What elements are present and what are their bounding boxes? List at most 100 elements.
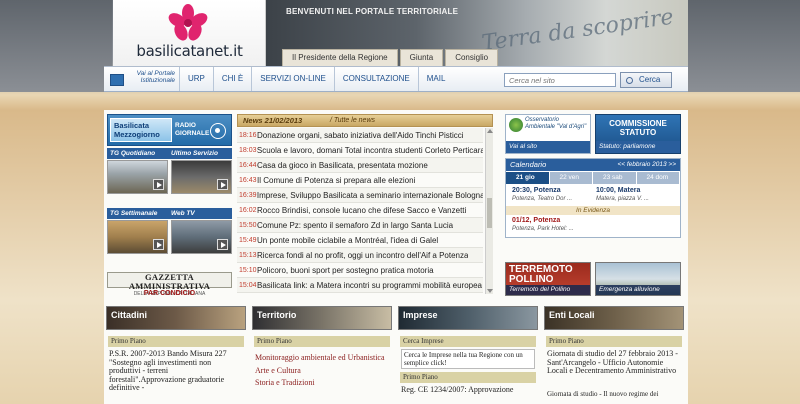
gazzetta-amministrativa-banner[interactable]: GAZZETTA AMMINISTRATIVA DELLA REPUBBLICA… <box>107 272 232 297</box>
calendar-day[interactable]: 21 gio <box>506 172 549 184</box>
tab-consiglio[interactable]: Consiglio <box>445 49 499 66</box>
cittadini-header[interactable]: Cittadini <box>106 306 246 330</box>
main-content: Basilicata Mezzogiorno RADIO GIORNALE TG… <box>104 110 688 404</box>
tab-giunta[interactable]: Giunta <box>399 49 444 66</box>
news-title: Ricerca fondi al no profit, oggi un inco… <box>257 250 469 260</box>
cittadini-news[interactable]: P.S.R. 2007-2013 Bando Misura 227 "Soste… <box>109 349 243 393</box>
enti-news-2[interactable]: Giornata di studio - Il nuovo regime dei <box>547 390 681 399</box>
calendar-days: 21 gio 22 ven 23 sab 24 dom <box>506 172 680 184</box>
calendar-day[interactable]: 22 ven <box>549 172 592 184</box>
section-cittadini: Cittadini Primo Piano P.S.R. 2007-2013 B… <box>106 306 246 404</box>
calendar-day[interactable]: 23 sab <box>593 172 636 184</box>
news-item[interactable]: 16:02 Rocco Brindisi, console lucano che … <box>237 203 483 218</box>
enti-news[interactable]: Giornata di studio del 27 febbraio 2013 … <box>547 349 681 376</box>
flower-logo-icon <box>168 4 208 41</box>
nav-item-mail[interactable]: MAIL <box>417 67 454 91</box>
commissione-title-line1: COMMISSIONE <box>609 119 667 128</box>
osservatorio-logo-icon <box>509 118 523 132</box>
calendar-month-nav[interactable]: << febbraio 2013 >> <box>617 159 676 171</box>
event-place: Potenza, Teatro Dor ... <box>512 196 573 202</box>
radio-label-line1: RADIO <box>175 122 196 129</box>
territorio-link[interactable]: Arte e Cultura <box>255 365 389 377</box>
news-time: 18:16 <box>239 131 257 139</box>
news-item[interactable]: 18:16 Donazione organi, sabato iniziativa… <box>237 128 483 143</box>
terremoto-pollino-banner[interactable]: TERREMOTO POLLINO Terremoto del Pollino <box>505 262 591 296</box>
news-item[interactable]: 15:49 Un ponte mobile ciclabile a Montréa… <box>237 233 483 248</box>
scroll-thumb[interactable] <box>487 198 492 228</box>
news-time: 15:10 <box>239 266 257 274</box>
nav-item-chi-e[interactable]: CHI È <box>212 67 251 91</box>
tg-quotidiano-label: TG Quotidiano <box>110 150 156 157</box>
news-list: 18:16 Donazione organi, sabato iniziativa… <box>237 128 483 293</box>
news-time: 16:39 <box>239 191 257 199</box>
cerca-imprese-box[interactable]: Cerca le Imprese nella tua Regione con u… <box>401 349 535 369</box>
news-item[interactable]: 15:04 Basilicata link: a Matera incontri … <box>237 278 483 293</box>
all-news-link[interactable]: / Tutte le news <box>330 117 375 124</box>
news-scrollbar[interactable] <box>485 128 493 294</box>
nav-item-urp[interactable]: URP <box>179 67 213 91</box>
territorio-header[interactable]: Territorio <box>252 306 392 330</box>
commissione-link: Statuto: parliamone <box>596 141 680 153</box>
event-title: 20:30, Potenza <box>512 187 561 194</box>
tg-settimanale-thumb[interactable] <box>107 220 168 254</box>
news-time: 15:13 <box>239 251 257 259</box>
commissione-statuto-banner[interactable]: COMMISSIONE STATUTO Statuto: parliamone <box>595 114 681 154</box>
evidence-event[interactable]: 01/12, Potenza Potenza, Park Hotel: ... <box>512 217 574 233</box>
par-condicio-link[interactable]: PAR CONDICIO <box>107 290 232 297</box>
play-icon <box>153 239 164 250</box>
radio-giornale-banner[interactable]: Basilicata Mezzogiorno RADIO GIORNALE <box>107 114 232 146</box>
calendar-day[interactable]: 24 dom <box>636 172 679 184</box>
news-title: Imprese, Sviluppo Basilicata a seminario… <box>256 190 483 200</box>
news-title: Scuola e lavoro, domani Total incontra s… <box>256 145 483 155</box>
news-title: Un ponte mobile ciclabile a Montréal, l'… <box>257 235 439 245</box>
web-tv-thumb[interactable] <box>171 220 232 254</box>
news-item[interactable]: 16:43 Il Comune di Potenza si prepara all… <box>237 173 483 188</box>
tg-quotidiano-thumb[interactable] <box>107 160 168 194</box>
osservatorio-banner[interactable]: Osservatorio Ambientale "Val d'Agri" Vai… <box>505 114 591 154</box>
news-header: News 21/02/2013 / Tutte le news <box>237 114 493 127</box>
news-item[interactable]: 16:44 Casa da gioco in Basilicata, presen… <box>237 158 483 173</box>
enti-subheader: Primo Piano <box>546 336 682 347</box>
territorio-link[interactable]: Storia e Tradizioni <box>255 377 389 389</box>
banner-script-text: Terra da scoprire <box>480 4 676 57</box>
radio-logo: Basilicata Mezzogiorno <box>110 118 172 142</box>
calendar-event[interactable]: 10:00, Matera Matera, piazza V. ... <box>596 187 649 203</box>
radio-label-line2: GIORNALE <box>175 130 210 137</box>
news-item[interactable]: 15:50 Comune Pz: spento il semaforo Zd in… <box>237 218 483 233</box>
section-imprese: Imprese Cerca Imprese Cerca le Imprese n… <box>398 306 538 404</box>
search-button[interactable]: Cerca <box>620 72 672 88</box>
news-title: Donazione organi, sabato iniziativa dell… <box>257 130 464 140</box>
scroll-up-icon <box>487 129 493 133</box>
nav-item-consultazione[interactable]: CONSULTAZIONE <box>333 67 418 91</box>
tg-settimanale-header: TG Settimanale Web TV <box>107 208 232 219</box>
enti-header[interactable]: Enti Locali <box>544 306 684 330</box>
territorio-link[interactable]: Monitoraggio ambientale ed Urbanistica <box>255 353 389 362</box>
search-input[interactable] <box>504 73 616 87</box>
portal-link-label: Vai al Portale Istituzionale <box>136 70 175 84</box>
news-item[interactable]: 18:03 Scuola e lavoro, domani Total incon… <box>237 143 483 158</box>
radio-logo-line1: Basilicata <box>114 121 150 130</box>
commissione-title: COMMISSIONE STATUTO <box>596 119 680 137</box>
ultimo-servizio-thumb[interactable] <box>171 160 232 194</box>
news-item[interactable]: 15:13 Ricerca fondi al no profit, oggi un… <box>237 248 483 263</box>
imprese-news[interactable]: Reg. CE 1234/2007: Approvazione <box>401 385 535 395</box>
portal-link[interactable]: Vai al Portale Istituzionale <box>107 70 177 90</box>
cittadini-title: Cittadini <box>111 310 147 320</box>
emergenza-alluvione-banner[interactable]: Emergenza alluvione <box>595 262 681 296</box>
news-item[interactable]: 16:39 Imprese, Sviluppo Basilicata a semi… <box>237 188 483 203</box>
section-territorio: Territorio Primo Piano Monitoraggio ambi… <box>252 306 392 404</box>
imprese-header[interactable]: Imprese <box>398 306 538 330</box>
calendar-header: Calendario << febbraio 2013 >> <box>506 159 680 171</box>
nav-item-servizi[interactable]: SERVIZI ON-LINE <box>251 67 334 91</box>
news-time: 15:04 <box>239 281 257 289</box>
calendar-event[interactable]: 20:30, Potenza Potenza, Teatro Dor ... <box>512 187 572 203</box>
tab-presidente[interactable]: Il Presidente della Regione <box>282 49 398 66</box>
terremoto-title: TERREMOTO POLLINO <box>509 265 573 285</box>
news-item[interactable]: 15:10 Policoro, buoni sport per sostegno … <box>237 263 483 278</box>
imprese-subheader-2: Primo Piano <box>400 372 536 383</box>
event-place: Potenza, Park Hotel: ... <box>512 226 574 232</box>
top-tabs: Il Presidente della Regione Giunta Consi… <box>282 49 500 66</box>
event-title: 10:00, Matera <box>596 187 641 194</box>
news-time: 16:44 <box>239 161 257 169</box>
site-logo[interactable]: basilicatanet.it <box>113 0 266 66</box>
